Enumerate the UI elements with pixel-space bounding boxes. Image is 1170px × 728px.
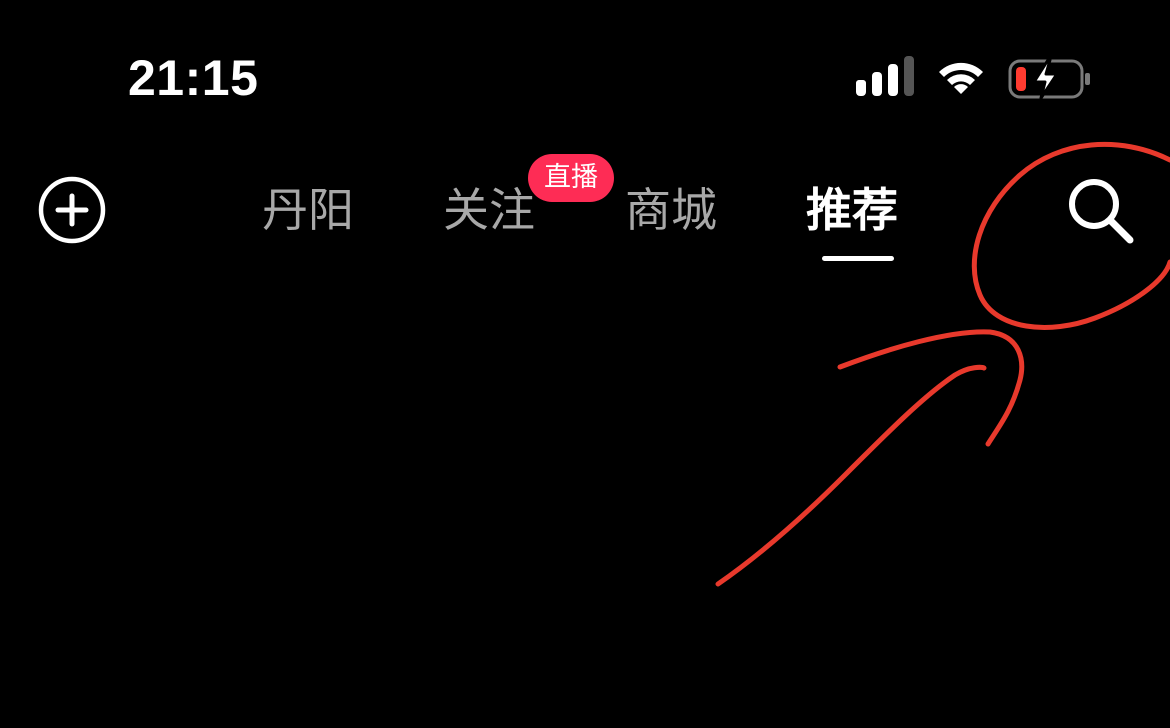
- cellular-signal-icon: [856, 56, 914, 96]
- search-button[interactable]: [1062, 172, 1138, 248]
- active-tab-indicator: [822, 256, 894, 261]
- top-nav: 丹阳 关注 直播 商城 推荐: [0, 150, 1170, 270]
- tab-local[interactable]: 丹阳: [262, 174, 354, 246]
- status-bar: 21:15: [0, 0, 1170, 140]
- status-time: 21:15: [128, 50, 259, 106]
- live-badge: 直播: [528, 154, 614, 202]
- plus-circle-icon: [38, 176, 106, 244]
- add-button[interactable]: [36, 174, 108, 246]
- search-icon: [1069, 179, 1134, 244]
- status-icons: [852, 54, 1102, 104]
- tab-recommend[interactable]: 推荐: [806, 174, 898, 246]
- battery-low-charging-icon: [1008, 58, 1090, 100]
- wifi-icon: [939, 62, 983, 94]
- tab-following[interactable]: 关注: [443, 174, 535, 246]
- tab-mall[interactable]: 商城: [625, 174, 717, 246]
- annotation-arrow: [715, 329, 1025, 587]
